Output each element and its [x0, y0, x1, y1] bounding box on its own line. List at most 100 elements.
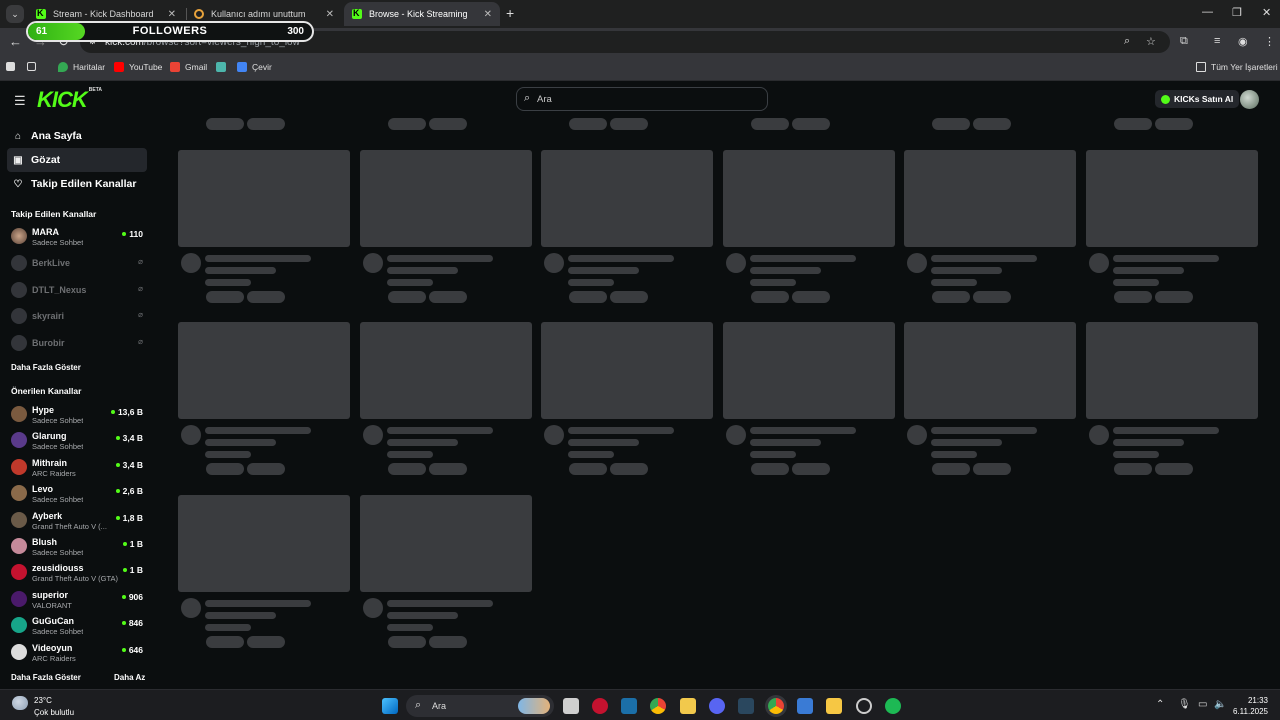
viewer-count: 846 [122, 618, 143, 628]
stream-thumbnail-placeholder [360, 495, 532, 592]
chrome-icon[interactable] [650, 698, 666, 714]
tray-chevron-icon[interactable]: ⌃ [1156, 699, 1164, 710]
recommended-channel[interactable]: superior VALORANT 906 [11, 588, 145, 612]
profile-icon[interactable]: ◉ [1238, 35, 1248, 48]
window-close-icon[interactable]: ✕ [1262, 6, 1271, 19]
followers-label: FOLLOWERS [132, 25, 208, 37]
all-bookmarks[interactable]: Tüm Yer İşaretleri [1196, 62, 1278, 72]
viewer-count: 646 [122, 645, 143, 655]
followed-channel-mara[interactable]: MARA Sadece Sohbet 110 [11, 225, 145, 249]
app-network-icon[interactable] [797, 698, 813, 714]
channel-name: Levo [32, 484, 54, 495]
microphone-icon[interactable]: 🎙 [1178, 699, 1191, 710]
followed-channel-skyrairi[interactable]: skyrairi ⌀ [11, 305, 145, 329]
channel-name: BerkLive [32, 258, 71, 268]
followed-show-more[interactable]: Daha Fazla Göster [11, 363, 81, 372]
recommended-channel[interactable]: Mithrain ARC Raiders 3,4 B [11, 456, 145, 480]
recommended-show-more[interactable]: Daha Fazla Göster [11, 673, 81, 682]
windows-start-icon[interactable] [382, 698, 398, 714]
steam-icon[interactable] [621, 698, 637, 714]
channel-category: VALORANT [32, 600, 72, 610]
recommended-show-less[interactable]: Daha Az [114, 673, 145, 682]
tag-placeholder [429, 636, 467, 648]
recommended-channel[interactable]: Hype Sadece Sohbet 13,6 B [11, 403, 145, 427]
tag-placeholder [1114, 463, 1152, 475]
close-icon[interactable]: ✕ [484, 9, 492, 20]
discord-icon[interactable] [709, 698, 725, 714]
buy-kicks-button[interactable]: KICKs Satın Al [1155, 90, 1240, 108]
nav-label: Gözat [31, 154, 61, 166]
user-avatar[interactable] [1240, 90, 1259, 109]
tab-title: Kullanıcı adımı unuttum [211, 9, 306, 19]
extensions-icon[interactable]: ⧉ [1180, 35, 1188, 48]
bookmark-star-icon[interactable]: ☆ [1146, 35, 1156, 48]
search-input[interactable] [537, 92, 757, 106]
search-icon: ⌕ [524, 92, 531, 104]
home-icon: ⌂ [14, 130, 22, 142]
tag-placeholder [792, 291, 830, 303]
chrome-active-icon[interactable] [768, 698, 784, 714]
menu-kebab-icon[interactable]: ⋮ [1264, 35, 1275, 48]
steam-alt-icon[interactable] [738, 698, 754, 714]
hamburger-menu-icon[interactable]: ☰ [14, 93, 26, 109]
recommended-channel[interactable]: Ayberk Grand Theft Auto V (... 1,8 B [11, 509, 145, 533]
volume-icon[interactable]: 🔈 [1214, 699, 1226, 710]
kick-logo[interactable]: KICK BETA [37, 87, 102, 113]
bookmark-gmail[interactable]: Gmail [170, 62, 207, 72]
nav-browse[interactable]: ▣ Gözat [7, 148, 147, 172]
minimize-icon[interactable]: — [1202, 6, 1213, 18]
recommended-channel[interactable]: Videoyun ARC Raiders 646 [11, 641, 145, 665]
tab-search-dropdown-icon[interactable]: ⌄ [6, 5, 24, 23]
channel-name: Glarung [32, 431, 67, 442]
close-icon[interactable]: ✕ [326, 9, 334, 20]
tag-placeholder [247, 636, 285, 648]
bookmark-extension[interactable] [216, 62, 231, 72]
channel-placeholder [1113, 267, 1184, 274]
app-red-icon[interactable] [592, 698, 608, 714]
category-placeholder [1113, 279, 1159, 286]
bookmark-maps[interactable]: Haritalar [58, 62, 105, 72]
followed-channel-burobir[interactable]: Burobir ⌀ [11, 332, 145, 356]
close-icon[interactable]: ✕ [168, 9, 176, 20]
bookmark-translate[interactable]: Çevir [237, 62, 272, 72]
spotify-icon[interactable] [885, 698, 901, 714]
system-clock[interactable]: 21:33 6.11.2025 [1233, 695, 1268, 717]
zoom-icon[interactable]: ⌕ [1124, 35, 1130, 48]
browse-icon: ▣ [13, 154, 23, 166]
back-arrow-icon[interactable]: ← [9, 34, 22, 49]
bookmark-label: Haritalar [73, 62, 106, 72]
recommended-channel[interactable]: Blush Sadece Sohbet 1 B [11, 535, 145, 559]
followed-channel-berklive[interactable]: BerkLive ⌀ [11, 252, 145, 276]
file-explorer-icon[interactable] [680, 698, 696, 714]
task-view-icon[interactable] [563, 698, 579, 714]
avatar-placeholder [907, 253, 927, 273]
avatar [11, 617, 27, 634]
recommended-channel[interactable]: Levo Sadece Sohbet 2,6 B [11, 482, 145, 506]
search-box[interactable]: ⌕ [516, 87, 768, 111]
tag-placeholder [388, 118, 426, 130]
tab-browse-kick[interactable]: Browse - Kick Streaming ✕ [344, 2, 500, 26]
recommended-channel[interactable]: Glarung Sadece Sohbet 3,4 B [11, 429, 145, 453]
bookmark-youtube[interactable]: YouTube [114, 62, 162, 72]
extension-bookmark-icon [216, 62, 226, 72]
kick-favicon-icon [352, 8, 362, 19]
channel-category: Grand Theft Auto V (GTA) [32, 574, 119, 584]
nav-home[interactable]: ⌂ Ana Sayfa [7, 124, 147, 148]
tag-placeholder [388, 291, 426, 303]
new-tab-plus-icon[interactable]: + [506, 5, 514, 21]
channel-category: Sadece Sohbet [32, 442, 84, 452]
app-yellow-icon[interactable] [826, 698, 842, 714]
followed-channel-dtlt-nexus[interactable]: DTLT_Nexus ⌀ [11, 279, 145, 303]
kick-app: ☰ KICKBETA ⌕ KICKs Satın Al ⌂ Ana Sayfa ▣… [0, 81, 1280, 689]
maximize-icon[interactable]: ❐ [1232, 6, 1242, 19]
nav-following[interactable]: ♡ Takip Edilen Kanallar [7, 172, 147, 196]
network-icon[interactable]: ▭ [1198, 699, 1207, 710]
media-control-icon[interactable]: ≡ [1214, 35, 1220, 47]
taskbar-search[interactable]: ⌕ Ara [406, 695, 554, 717]
title-placeholder [750, 255, 856, 262]
app-circle-icon[interactable] [856, 698, 872, 714]
apps-grid-icon[interactable] [6, 62, 20, 71]
recommended-channel[interactable]: GuGuCan Sadece Sohbet 846 [11, 614, 145, 638]
recommended-channel[interactable]: zeusidiouss Grand Theft Auto V (GTA) 1 B [11, 561, 145, 585]
tab-groups-icon[interactable] [27, 62, 41, 71]
